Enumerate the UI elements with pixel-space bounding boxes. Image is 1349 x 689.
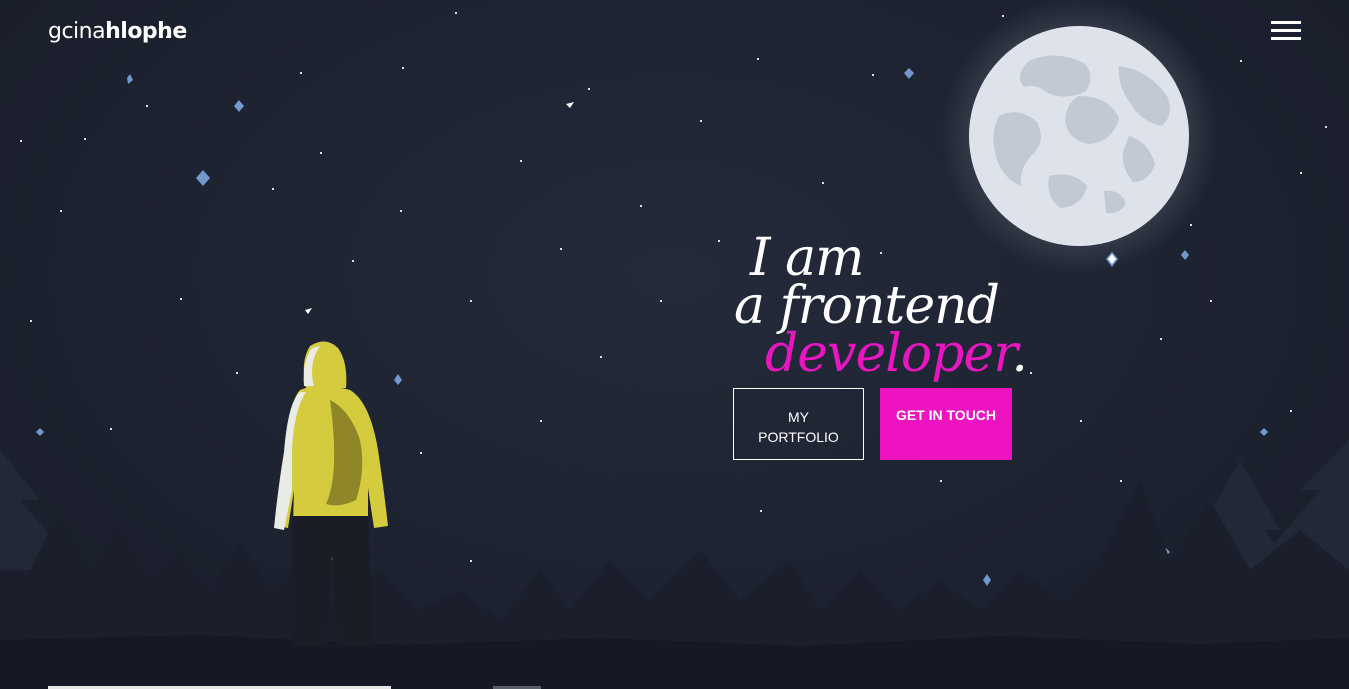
portfolio-label-line-2: PORTFOLIO xyxy=(758,429,839,445)
logo-first-name: gcina xyxy=(48,19,106,44)
portfolio-label-line-1: MY xyxy=(788,409,809,425)
hooded-person-illustration xyxy=(274,341,388,646)
menu-bar-top xyxy=(1271,21,1301,24)
moon-illustration xyxy=(969,26,1189,246)
hero-period: . xyxy=(1011,324,1028,384)
get-in-touch-button[interactable]: GET IN TOUCH xyxy=(880,388,1012,460)
hero-scene: gcinahlophe I am a frontend developer. M… xyxy=(0,0,1349,689)
forest-silhouette xyxy=(0,440,1349,689)
menu-bar-middle xyxy=(1271,29,1301,32)
logo-last-name: hlophe xyxy=(105,19,187,44)
my-portfolio-button[interactable]: MY PORTFOLIO xyxy=(733,388,864,460)
hero-accent-word: developer xyxy=(765,324,1012,384)
site-logo[interactable]: gcinahlophe xyxy=(48,19,187,44)
hero-line-3: developer. xyxy=(765,328,1028,380)
hamburger-menu-icon[interactable] xyxy=(1271,21,1301,41)
menu-bar-bottom xyxy=(1271,37,1301,40)
